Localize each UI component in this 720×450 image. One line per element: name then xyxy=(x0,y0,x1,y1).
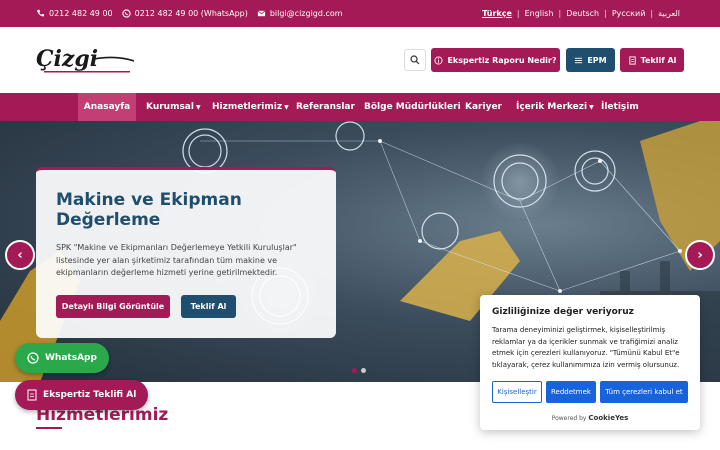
slider-pagination xyxy=(352,368,366,373)
whatsapp-icon xyxy=(27,352,39,364)
lang-english[interactable]: English xyxy=(525,9,554,18)
phone-icon xyxy=(36,9,45,17)
lang-separator: | xyxy=(516,9,520,18)
nav-item-kariyer[interactable]: Kariyer xyxy=(465,93,502,121)
cookie-consent-banner: Gizliliğinize değer veriyoruz Tarama den… xyxy=(480,295,700,430)
nav-item-anasayfa[interactable]: Anasayfa xyxy=(78,93,136,121)
search-icon xyxy=(410,55,420,65)
whatsapp-link[interactable]: 0212 482 49 00 (WhatsApp) xyxy=(121,9,248,18)
cookie-description: Tarama deneyiminizi geliştirmek, kişisel… xyxy=(492,326,680,369)
whatsapp-float-label: WhatsApp xyxy=(45,353,97,363)
section-underline xyxy=(36,427,62,429)
lang-separator: | xyxy=(650,9,654,18)
chevron-down-icon: ▼ xyxy=(589,103,594,111)
powered-by-label: Powered by xyxy=(551,415,587,422)
main-nav: Anasayfa Kurumsal ▼ Hizmetlerimiz ▼ Refera… xyxy=(0,93,720,121)
detail-button[interactable]: Detaylı Bilgi Görüntüle xyxy=(56,295,170,318)
nav-item-referanslar[interactable]: Referanslar xyxy=(296,93,355,121)
epm-button-label: EPM xyxy=(587,55,607,65)
document-icon xyxy=(27,389,37,401)
hero-description: SPK "Makine ve Ekipmanları Değerlemeye Y… xyxy=(56,243,297,277)
chevron-down-icon: ▼ xyxy=(195,103,201,111)
contact-info: 0212 482 49 00 0212 482 49 00 (WhatsApp)… xyxy=(36,9,343,18)
whatsapp-icon xyxy=(121,9,131,18)
nav-item-bolge-mudurlukleri[interactable]: Bölge Müdürlükleri xyxy=(364,93,461,121)
nav-label: Bölge Müdürlükleri xyxy=(364,102,461,112)
nav-label: İçerik Merkezi xyxy=(516,102,588,112)
nav-label: Referanslar xyxy=(296,102,355,112)
whatsapp-float-button[interactable]: WhatsApp xyxy=(15,343,109,373)
chevron-down-icon: ▼ xyxy=(284,103,289,111)
slider-dot[interactable] xyxy=(352,368,357,373)
chevron-left-icon: ‹ xyxy=(17,247,23,263)
lang-turkish[interactable]: Türkçe xyxy=(482,9,512,18)
teklif-al-button[interactable]: Teklif Al xyxy=(620,48,684,72)
ekspertiz-button-label: Ekspertiz Raporu Nedir? xyxy=(447,55,557,65)
mail-icon xyxy=(257,10,266,17)
ekspertiz-float-label: Ekspertiz Teklifi Al xyxy=(43,390,137,400)
phone-number: 0212 482 49 00 xyxy=(49,9,113,18)
epm-button[interactable]: EPM xyxy=(566,48,615,72)
nav-label: İletişim xyxy=(601,102,639,112)
chevron-right-icon: › xyxy=(697,247,703,263)
language-switcher: Türkçe | English | Deutsch | Русский | ا… xyxy=(482,9,680,18)
cookie-powered-by: Powered by CookieYes xyxy=(480,414,700,422)
hero-offer-button[interactable]: Teklif Al xyxy=(181,295,236,318)
cookie-accept-all-button[interactable]: Tüm çerezleri kabul et xyxy=(600,381,688,403)
nav-item-hizmetlerimiz[interactable]: Hizmetlerimiz ▼ xyxy=(212,93,289,121)
nav-label: Anasayfa xyxy=(83,102,131,112)
cookie-customize-button[interactable]: Kişiselleştir xyxy=(492,381,542,403)
slider-dot[interactable] xyxy=(361,368,366,373)
teklif-button-label: Teklif Al xyxy=(640,55,677,65)
cookie-actions: Kişiselleştir Reddetmek Tüm çerezleri ka… xyxy=(492,381,688,403)
svg-text:Çizgi: Çizgi xyxy=(36,46,98,72)
email-link[interactable]: bilgi@cizgigd.com xyxy=(257,9,343,18)
search-button[interactable] xyxy=(404,49,426,71)
ekspertiz-float-button[interactable]: Ekspertiz Teklifi Al xyxy=(15,380,149,410)
list-icon xyxy=(575,57,583,63)
slider-prev-button[interactable]: ‹ xyxy=(5,240,35,270)
whatsapp-number: 0212 482 49 00 (WhatsApp) xyxy=(134,9,248,18)
lang-russian[interactable]: Русский xyxy=(612,9,646,18)
email-address: bilgi@cizgigd.com xyxy=(269,9,343,18)
phone-link[interactable]: 0212 482 49 00 xyxy=(36,9,113,18)
document-icon xyxy=(628,55,636,65)
lang-separator: | xyxy=(558,9,562,18)
top-bar: 0212 482 49 00 0212 482 49 00 (WhatsApp)… xyxy=(0,0,720,27)
hero-title: Makine ve Ekipman Değerleme xyxy=(56,190,242,230)
nav-item-iletisim[interactable]: İletişim xyxy=(601,93,639,121)
cookieyes-logo[interactable]: CookieYes xyxy=(588,414,628,422)
lang-german[interactable]: Deutsch xyxy=(566,9,599,18)
lang-arabic[interactable]: العربية xyxy=(658,9,680,18)
nav-label: Hizmetlerimiz xyxy=(212,102,283,112)
nav-label: Kurumsal xyxy=(146,102,194,112)
logo-graphic: Çizgi xyxy=(36,46,135,73)
nav-label: Kariyer xyxy=(465,102,502,112)
hero-card: Makine ve Ekipman Değerleme SPK "Makine … xyxy=(36,167,336,338)
nav-item-icerik-merkezi[interactable]: İçerik Merkezi ▼ xyxy=(516,93,594,121)
nav-item-kurumsal[interactable]: Kurumsal ▼ xyxy=(146,93,201,121)
cookie-reject-button[interactable]: Reddetmek xyxy=(546,381,596,403)
slider-next-button[interactable]: › xyxy=(685,240,715,270)
cizgi-logo[interactable]: Çizgi xyxy=(36,41,136,79)
header: Çizgi Ekspertiz Raporu Nedir? EPM Teklif… xyxy=(0,27,720,93)
cookie-title: Gizliliğinize değer veriyoruz xyxy=(492,307,634,317)
lang-separator: | xyxy=(604,9,607,18)
ekspertiz-info-button[interactable]: Ekspertiz Raporu Nedir? xyxy=(431,48,560,72)
info-icon xyxy=(434,55,444,65)
